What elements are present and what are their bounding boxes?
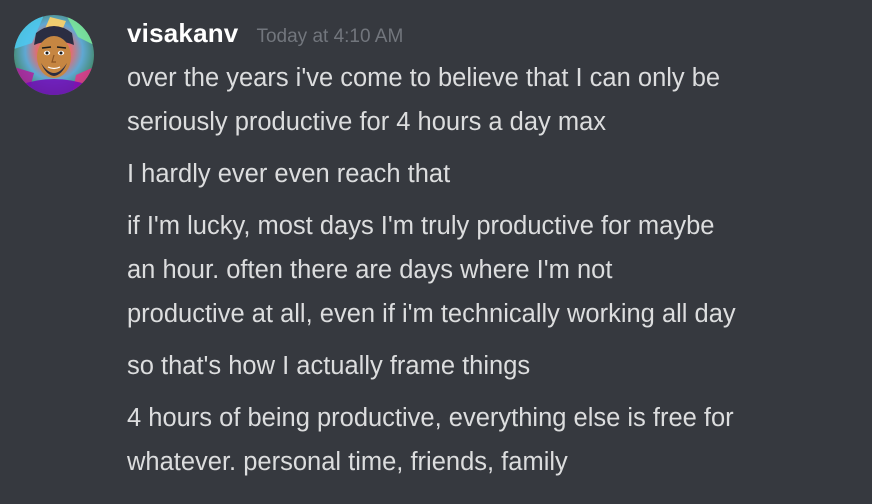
message-line: if I'm lucky, most days I'm truly produc… bbox=[127, 212, 715, 240]
user-avatar[interactable] bbox=[14, 15, 94, 95]
chat-message: visakanv Today at 4:10 AM over the years… bbox=[0, 0, 872, 504]
username[interactable]: visakanv bbox=[127, 18, 238, 49]
message-line: seriously productive for 4 hours a day m… bbox=[127, 108, 607, 136]
message-paragraph: I hardly ever even reach that bbox=[127, 152, 862, 196]
timestamp[interactable]: Today at 4:10 AM bbox=[256, 26, 403, 48]
avatar-portrait-icon bbox=[14, 15, 94, 95]
message-header: visakanv Today at 4:10 AM bbox=[127, 18, 403, 54]
message-line: an hour. often there are days where I'm … bbox=[127, 256, 613, 284]
message-paragraph: over the years i've come to believe that… bbox=[127, 56, 862, 144]
message-line: over the years i've come to believe that… bbox=[127, 64, 721, 92]
message-line: productive at all, even if i'm technical… bbox=[127, 300, 736, 328]
message-paragraph: so that's how I actually frame things bbox=[127, 344, 862, 388]
message-line: whatever. personal time, friends, family bbox=[127, 448, 568, 476]
message-line: so that's how I actually frame things bbox=[127, 352, 531, 380]
message-body: over the years i've come to believe that… bbox=[127, 56, 862, 484]
message-line: 4 hours of being productive, everything … bbox=[127, 404, 734, 432]
message-paragraph: 4 hours of being productive, everything … bbox=[127, 396, 862, 484]
message-line: I hardly ever even reach that bbox=[127, 160, 451, 188]
message-paragraph: if I'm lucky, most days I'm truly produc… bbox=[127, 204, 862, 336]
